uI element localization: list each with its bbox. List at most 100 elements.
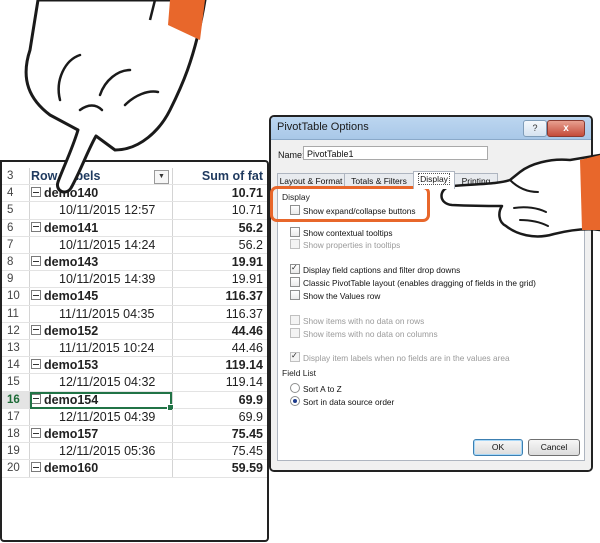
row-number[interactable]: 17	[2, 408, 30, 425]
timestamp-label[interactable]: 12/11/2015 04:32	[59, 374, 155, 390]
pivot-group-row[interactable]: 16 demo154 69.9	[2, 391, 267, 411]
pivot-detail-row[interactable]: 7 10/11/2015 14:24 56.2	[2, 236, 267, 254]
pivot-group-row[interactable]: 18 demo157 75.45	[2, 426, 267, 444]
value-cell[interactable]: 19.91	[232, 254, 263, 270]
row-number[interactable]: 15	[2, 374, 30, 391]
cell-text: 11/11/2015 04:35	[59, 306, 155, 321]
pivot-group-row[interactable]: 14 demo153 119.14	[2, 357, 267, 375]
collapse-icon[interactable]	[31, 324, 41, 335]
timestamp-label[interactable]: 11/11/2015 04:35	[59, 306, 154, 322]
value-cell[interactable]: 69.9	[239, 392, 263, 408]
value-cell[interactable]: 44.46	[232, 340, 263, 356]
radio[interactable]	[290, 396, 300, 406]
name-label: Name:	[278, 150, 305, 160]
checkbox[interactable]	[290, 227, 300, 237]
row-number[interactable]: 14	[2, 357, 30, 374]
group-label[interactable]: demo157	[31, 426, 98, 442]
checkbox[interactable]	[290, 277, 300, 287]
checkbox[interactable]	[290, 264, 300, 274]
value-cell[interactable]: 44.46	[232, 323, 263, 339]
pivot-detail-row[interactable]: 13 11/11/2015 10:24 44.46	[2, 340, 267, 358]
cell-text: 12/11/2015 04:32	[59, 375, 156, 390]
row-number[interactable]: 20	[2, 460, 30, 477]
option-values-row[interactable]: Show the Values row	[290, 289, 380, 301]
pivot-group-row[interactable]: 6 demo141 56.2	[2, 219, 267, 237]
value-cell[interactable]: 10.71	[232, 185, 263, 201]
timestamp-label[interactable]: 12/11/2015 05:36	[59, 443, 155, 459]
help-button[interactable]: ?	[523, 120, 547, 137]
row-number[interactable]: 9	[2, 271, 30, 288]
value-cell[interactable]: 116.37	[225, 288, 263, 304]
row-number[interactable]: 6	[2, 219, 30, 236]
row-number[interactable]: 5	[2, 202, 30, 219]
pivot-group-row[interactable]: 10 demo145 116.37	[2, 288, 267, 306]
pointing-hand-icon	[440, 153, 600, 238]
cell-text: demo145	[44, 289, 99, 304]
pivot-detail-row[interactable]: 15 12/11/2015 04:32 119.14	[2, 374, 267, 392]
value-cell[interactable]: 56.2	[239, 220, 263, 236]
option-classic-layout[interactable]: Classic PivotTable layout (enables dragg…	[290, 276, 536, 288]
checkbox	[290, 239, 300, 249]
collapse-icon[interactable]	[31, 462, 41, 473]
group-label[interactable]: demo143	[31, 254, 98, 270]
pivot-detail-row[interactable]: 5 10/11/2015 12:57 10.71	[2, 202, 267, 220]
timestamp-label[interactable]: 10/11/2015 12:57	[59, 202, 155, 218]
option-contextual-tooltips[interactable]: Show contextual tooltips	[290, 226, 392, 238]
pivot-detail-row[interactable]: 9 10/11/2015 14:39 19.91	[2, 271, 267, 289]
value-cell[interactable]: 116.37	[226, 306, 263, 322]
tab-display[interactable]: Display	[413, 171, 455, 189]
value-cell[interactable]: 119.14	[225, 357, 263, 373]
pivot-group-row[interactable]: 20 demo160 59.59	[2, 460, 267, 478]
row-number[interactable]: 7	[2, 236, 30, 253]
row-number[interactable]: 11	[2, 305, 30, 322]
pivot-detail-row[interactable]: 17 12/11/2015 04:39 69.9	[2, 408, 267, 426]
value-cell[interactable]: 19.91	[232, 271, 263, 287]
row-number[interactable]: 8	[2, 254, 30, 271]
dialog-title: PivotTable Options	[277, 121, 369, 133]
collapse-icon[interactable]	[31, 256, 41, 266]
row-number[interactable]: 19	[2, 443, 30, 460]
value-cell[interactable]: 56.2	[239, 237, 263, 253]
group-label[interactable]: demo153	[31, 357, 98, 373]
field-list-section-label: Field List	[282, 368, 317, 378]
option-field-captions[interactable]: Display field captions and filter drop d…	[290, 263, 460, 275]
group-label[interactable]: demo152	[31, 323, 98, 339]
collapse-icon[interactable]	[31, 428, 41, 438]
option-sort-a-z[interactable]: Sort A to Z	[290, 382, 342, 394]
cell-text: 12/11/2015 05:36	[59, 444, 156, 459]
group-label[interactable]: demo160	[31, 460, 98, 476]
collapse-icon[interactable]	[31, 290, 41, 301]
timestamp-label[interactable]: 12/11/2015 04:39	[59, 409, 155, 425]
value-cell[interactable]: 59.59	[232, 460, 263, 476]
row-number[interactable]: 12	[2, 322, 30, 339]
pivot-detail-row[interactable]: 19 12/11/2015 05:36 75.45	[2, 443, 267, 461]
cancel-button[interactable]: Cancel	[528, 439, 580, 456]
group-label[interactable]: demo145	[31, 288, 98, 304]
radio[interactable]	[290, 383, 300, 393]
cell-text: 12/11/2015 04:39	[59, 409, 156, 424]
option-sort-data-source[interactable]: Sort in data source order	[290, 395, 394, 407]
timestamp-label[interactable]: 10/11/2015 14:24	[59, 237, 155, 253]
pivot-group-row[interactable]: 8 demo143 19.91	[2, 254, 267, 272]
close-button[interactable]: x	[547, 120, 585, 137]
value-cell[interactable]: 69.9	[239, 409, 263, 425]
value-cell[interactable]: 10.71	[232, 202, 263, 218]
value-cell[interactable]: 75.45	[232, 443, 263, 459]
collapse-icon[interactable]	[31, 359, 41, 370]
collapse-icon[interactable]	[31, 221, 41, 232]
cell-text: 10/11/2015 14:24	[59, 237, 156, 252]
group-label[interactable]: demo141	[31, 220, 98, 236]
row-number[interactable]: 13	[2, 340, 30, 357]
value-cell[interactable]: 75.45	[232, 426, 263, 442]
checkbox[interactable]	[290, 290, 300, 300]
row-number[interactable]: 10	[2, 288, 30, 305]
pivot-group-row[interactable]: 12 demo152 44.46	[2, 322, 267, 340]
timestamp-label[interactable]: 10/11/2015 14:39	[59, 271, 155, 287]
value-cell[interactable]: 119.14	[226, 374, 263, 390]
cell-text: demo152	[44, 323, 99, 338]
row-number[interactable]: 16	[2, 391, 30, 408]
ok-button[interactable]: OK	[473, 439, 523, 456]
pivot-detail-row[interactable]: 11 11/11/2015 04:35 116.37	[2, 305, 267, 323]
timestamp-label[interactable]: 11/11/2015 10:24	[59, 340, 154, 356]
row-number[interactable]: 18	[2, 426, 30, 443]
